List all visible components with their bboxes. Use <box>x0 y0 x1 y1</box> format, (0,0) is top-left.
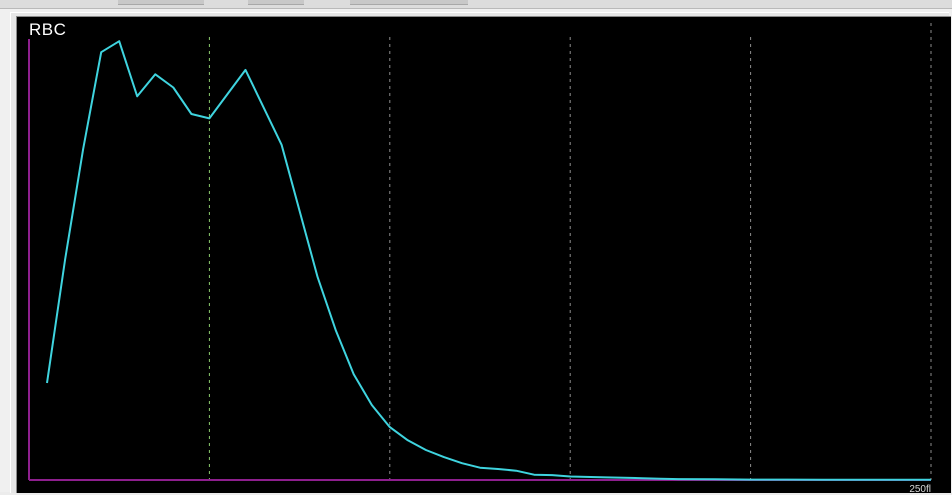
series-line <box>46 40 931 481</box>
histogram-chart <box>28 23 932 481</box>
chart-title: RBC <box>29 20 67 39</box>
toolbar-strip <box>0 0 952 9</box>
application-window: RBC 250fl <box>0 0 952 495</box>
x-max-tick-label: 250fl <box>909 484 931 495</box>
toolbar-tab[interactable] <box>118 0 204 5</box>
histogram-plot-area: RBC 250fl <box>16 16 951 495</box>
toolbar-tab[interactable] <box>350 0 468 5</box>
toolbar-tab[interactable] <box>248 0 304 5</box>
